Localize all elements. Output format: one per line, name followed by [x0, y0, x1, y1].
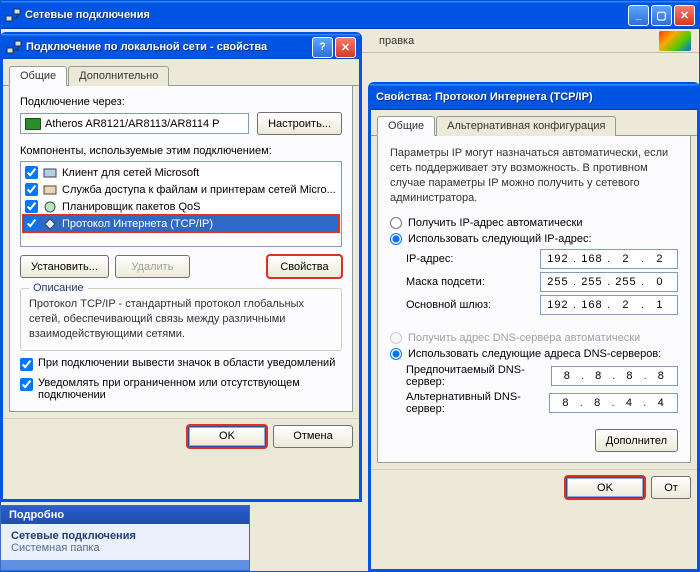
- lan-properties-window: Подключение по локальной сети - свойства…: [0, 32, 362, 502]
- configure-button[interactable]: Настроить...: [257, 112, 342, 135]
- minimize-button[interactable]: _: [628, 5, 649, 26]
- remove-button: Удалить: [115, 255, 190, 278]
- lan-titlebar: Подключение по локальной сети - свойства…: [2, 34, 360, 60]
- connect-via-label: Подключение через:: [20, 96, 342, 108]
- install-button[interactable]: Установить...: [20, 255, 109, 278]
- dns2-label: Альтернативный DNS-сервер:: [406, 391, 549, 415]
- tcpip-title: Свойства: Протокол Интернета (TCP/IP): [376, 91, 692, 103]
- checkbox[interactable]: [25, 200, 38, 213]
- list-item[interactable]: Служба доступа к файлам и принтерам сете…: [23, 181, 339, 198]
- dns-auto-label: Получить адрес DNS-сервера автоматически: [408, 332, 640, 344]
- close-button[interactable]: ✕: [335, 37, 356, 58]
- item-label: Служба доступа к файлам и принтерам сете…: [62, 184, 336, 196]
- ok-button[interactable]: OK: [187, 425, 267, 448]
- description-title: Описание: [29, 282, 88, 294]
- tab-alt-config[interactable]: Альтернативная конфигурация: [436, 116, 616, 136]
- tcpip-buttonbar: OK От: [371, 469, 697, 505]
- client-icon: [42, 165, 58, 181]
- dns2-input[interactable]: 8. 8. 4. 4: [549, 393, 678, 413]
- details-header[interactable]: Подробно: [1, 506, 249, 524]
- tab-general[interactable]: Общие: [9, 66, 67, 86]
- components-list[interactable]: Клиент для сетей Microsoft Служба доступ…: [20, 161, 342, 247]
- advanced-button[interactable]: Дополнител: [595, 429, 678, 452]
- notify-label: Уведомлять при ограниченном или отсутств…: [38, 377, 342, 401]
- ip-manual-label: Использовать следующий IP-адрес:: [408, 233, 592, 245]
- properties-button[interactable]: Свойства: [267, 255, 342, 278]
- dialog-buttonbar: OK Отмена: [3, 418, 359, 454]
- tab-general[interactable]: Общие: [377, 116, 435, 136]
- notify-checkbox[interactable]: [20, 378, 33, 391]
- close-button[interactable]: ✕: [674, 5, 695, 26]
- dns-auto-radio: [390, 332, 402, 344]
- adapter-icon: [25, 118, 41, 130]
- parent-title: Сетевые подключения: [25, 9, 628, 21]
- tcpip-tabstrip: Общие Альтернативная конфигурация: [371, 109, 697, 136]
- tab-advanced[interactable]: Дополнительно: [68, 66, 169, 86]
- network-icon: [5, 7, 21, 23]
- dns-manual-radio[interactable]: [390, 348, 402, 360]
- gw-input[interactable]: 192. 168. 2. 1: [540, 295, 678, 315]
- ip-auto-label: Получить IP-адрес автоматически: [408, 217, 582, 229]
- help-button[interactable]: ?: [312, 37, 333, 58]
- details-line2: Системная папка: [11, 542, 239, 554]
- checkbox[interactable]: [25, 166, 38, 179]
- list-item[interactable]: Планировщик пакетов QoS: [23, 198, 339, 215]
- cancel-button[interactable]: Отмена: [273, 425, 353, 448]
- tray-icon-checkbox[interactable]: [20, 358, 33, 371]
- cancel-button[interactable]: От: [651, 476, 691, 499]
- ip-input[interactable]: 192. 168. 2. 2: [540, 249, 678, 269]
- ip-manual-radio[interactable]: [390, 233, 402, 245]
- tcpip-titlebar: Свойства: Протокол Интернета (TCP/IP): [370, 84, 698, 110]
- list-item[interactable]: Клиент для сетей Microsoft: [23, 164, 339, 181]
- mask-label: Маска подсети:: [406, 276, 485, 288]
- adapter-name: Atheros AR8121/AR8113/AR8114 P: [45, 118, 220, 130]
- description-group: Описание Протокол TCP/IP - стандартный п…: [20, 288, 342, 351]
- help-text: Параметры IP могут назначаться автоматич…: [390, 146, 678, 205]
- item-label: Планировщик пакетов QoS: [62, 201, 201, 213]
- item-label: Протокол Интернета (TCP/IP): [62, 218, 213, 230]
- dns1-input[interactable]: 8. 8. 8. 8: [551, 366, 678, 386]
- ip-auto-radio[interactable]: [390, 217, 402, 229]
- description-text: Протокол TCP/IP - стандартный протокол г…: [29, 297, 333, 342]
- protocol-icon: [42, 216, 58, 232]
- tcpip-properties-window: Свойства: Протокол Интернета (TCP/IP) Об…: [368, 82, 700, 572]
- tray-icon-label: При подключении вывести значок в области…: [38, 357, 335, 369]
- details-line1: Сетевые подключения: [11, 530, 239, 542]
- parent-titlebar: Сетевые подключения _ ▢ ✕: [1, 1, 699, 29]
- list-item-tcpip[interactable]: Протокол Интернета (TCP/IP): [23, 215, 339, 232]
- ok-button[interactable]: OK: [565, 476, 645, 499]
- ip-label: IP-адрес:: [406, 253, 453, 265]
- item-label: Клиент для сетей Microsoft: [62, 167, 199, 179]
- mask-input[interactable]: 255. 255. 255. 0: [540, 272, 678, 292]
- lan-icon: [6, 39, 22, 55]
- windows-logo-icon: [659, 31, 691, 51]
- adapter-combo[interactable]: Atheros AR8121/AR8113/AR8114 P: [20, 113, 249, 134]
- maximize-button[interactable]: ▢: [651, 5, 672, 26]
- menu-item[interactable]: правка: [379, 35, 414, 47]
- checkbox[interactable]: [25, 217, 38, 230]
- dns1-label: Предпочитаемый DNS-сервер:: [406, 364, 551, 388]
- tcpip-general-panel: Параметры IP могут назначаться автоматич…: [377, 136, 691, 463]
- dns-manual-label: Использовать следующие адреса DNS-сервер…: [408, 348, 661, 360]
- lan-title: Подключение по локальной сети - свойства: [26, 41, 312, 53]
- general-panel: Подключение через: Atheros AR8121/AR8113…: [9, 86, 353, 412]
- service-icon: [42, 182, 58, 198]
- gw-label: Основной шлюз:: [406, 299, 491, 311]
- components-label: Компоненты, используемые этим подключени…: [20, 145, 342, 157]
- tabstrip: Общие Дополнительно: [3, 59, 359, 86]
- details-panel: Подробно Сетевые подключения Системная п…: [0, 505, 250, 571]
- qos-icon: [42, 199, 58, 215]
- checkbox[interactable]: [25, 183, 38, 196]
